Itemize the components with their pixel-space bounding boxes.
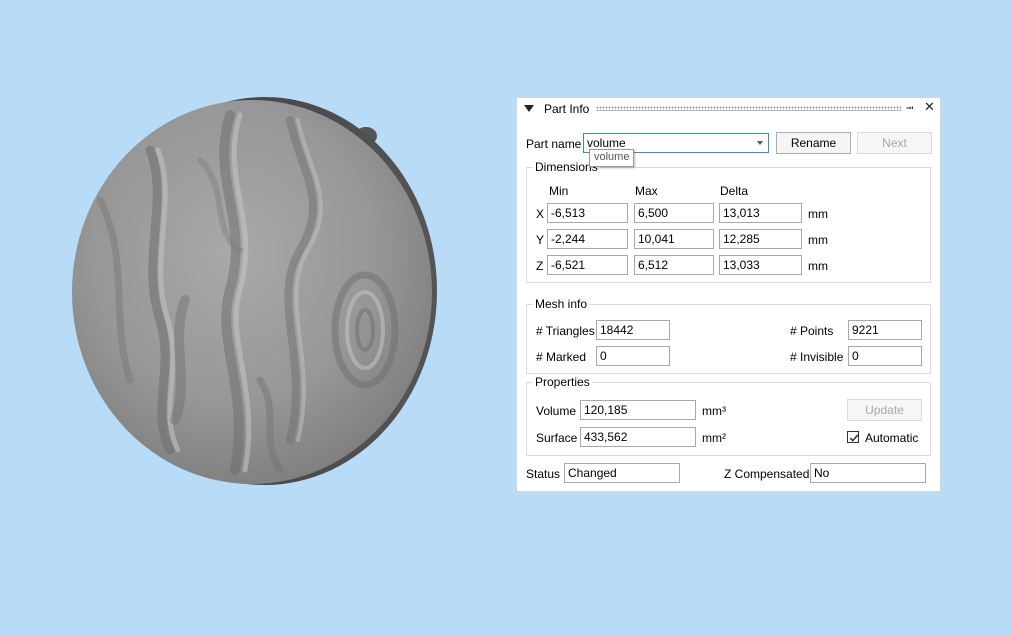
marked-field[interactable]: 0 (596, 346, 670, 366)
close-icon[interactable]: ✕ (924, 99, 935, 115)
rename-button[interactable]: Rename (776, 132, 851, 154)
panel-title: Part Info (544, 102, 590, 116)
automatic-checkbox[interactable] (847, 431, 859, 443)
col-max-header: Max (635, 184, 658, 198)
next-button[interactable]: Next (857, 132, 932, 154)
triangles-label: # Triangles (536, 324, 595, 338)
z-compensated-field[interactable]: No (810, 463, 926, 483)
properties-title: Properties (533, 375, 592, 389)
axis-z-label: Z (536, 259, 544, 273)
status-label: Status (526, 467, 561, 481)
drag-grip[interactable] (596, 106, 901, 111)
z-max-field[interactable]: 6,512 (634, 255, 714, 275)
x-delta-field[interactable]: 13,013 (719, 203, 802, 223)
y-unit-label: mm (808, 233, 828, 247)
z-compensated-label: Z Compensated (724, 467, 810, 481)
surface-field[interactable]: 433,562 (580, 427, 696, 447)
y-min-field[interactable]: -2,244 (547, 229, 628, 249)
x-min-field[interactable]: -6,513 (547, 203, 628, 223)
axis-x-label: X (536, 207, 545, 221)
x-unit-label: mm (808, 207, 828, 221)
axis-y-label: Y (536, 233, 545, 247)
part-name-value: volume (587, 136, 626, 150)
panel-titlebar[interactable]: Part Info ⭲ ✕ (517, 98, 940, 120)
y-max-field[interactable]: 10,041 (634, 229, 714, 249)
surface-label: Surface (536, 431, 578, 445)
z-unit-label: mm (808, 259, 828, 273)
points-label: # Points (790, 324, 834, 338)
invisible-field[interactable]: 0 (848, 346, 922, 366)
y-delta-field[interactable]: 12,285 (719, 229, 802, 249)
x-max-field[interactable]: 6,500 (634, 203, 714, 223)
marked-label: # Marked (536, 350, 587, 364)
points-field[interactable]: 9221 (848, 320, 922, 340)
z-min-field[interactable]: -6,521 (547, 255, 628, 275)
collapse-arrow-icon[interactable] (524, 105, 534, 112)
mesh-info-title: Mesh info (533, 297, 590, 311)
update-button[interactable]: Update (847, 399, 922, 421)
invisible-label: # Invisible (790, 350, 844, 364)
surface-unit: mm² (702, 431, 726, 445)
volume-unit: mm³ (702, 404, 726, 418)
pin-icon[interactable]: ⭲ (906, 101, 914, 118)
triangles-field[interactable]: 18442 (596, 320, 670, 340)
coin-model (72, 97, 437, 485)
col-min-header: Min (549, 184, 569, 198)
volume-label: Volume (536, 404, 577, 418)
chevron-down-icon[interactable] (757, 141, 763, 145)
volume-field[interactable]: 120,185 (580, 400, 696, 420)
automatic-label: Automatic (865, 431, 919, 445)
part-name-label: Part name (526, 137, 582, 151)
checkmark-icon (849, 434, 859, 442)
status-field[interactable]: Changed (564, 463, 680, 483)
col-delta-header: Delta (720, 184, 749, 198)
z-delta-field[interactable]: 13,033 (719, 255, 802, 275)
part-name-tooltip: volume (589, 149, 635, 167)
